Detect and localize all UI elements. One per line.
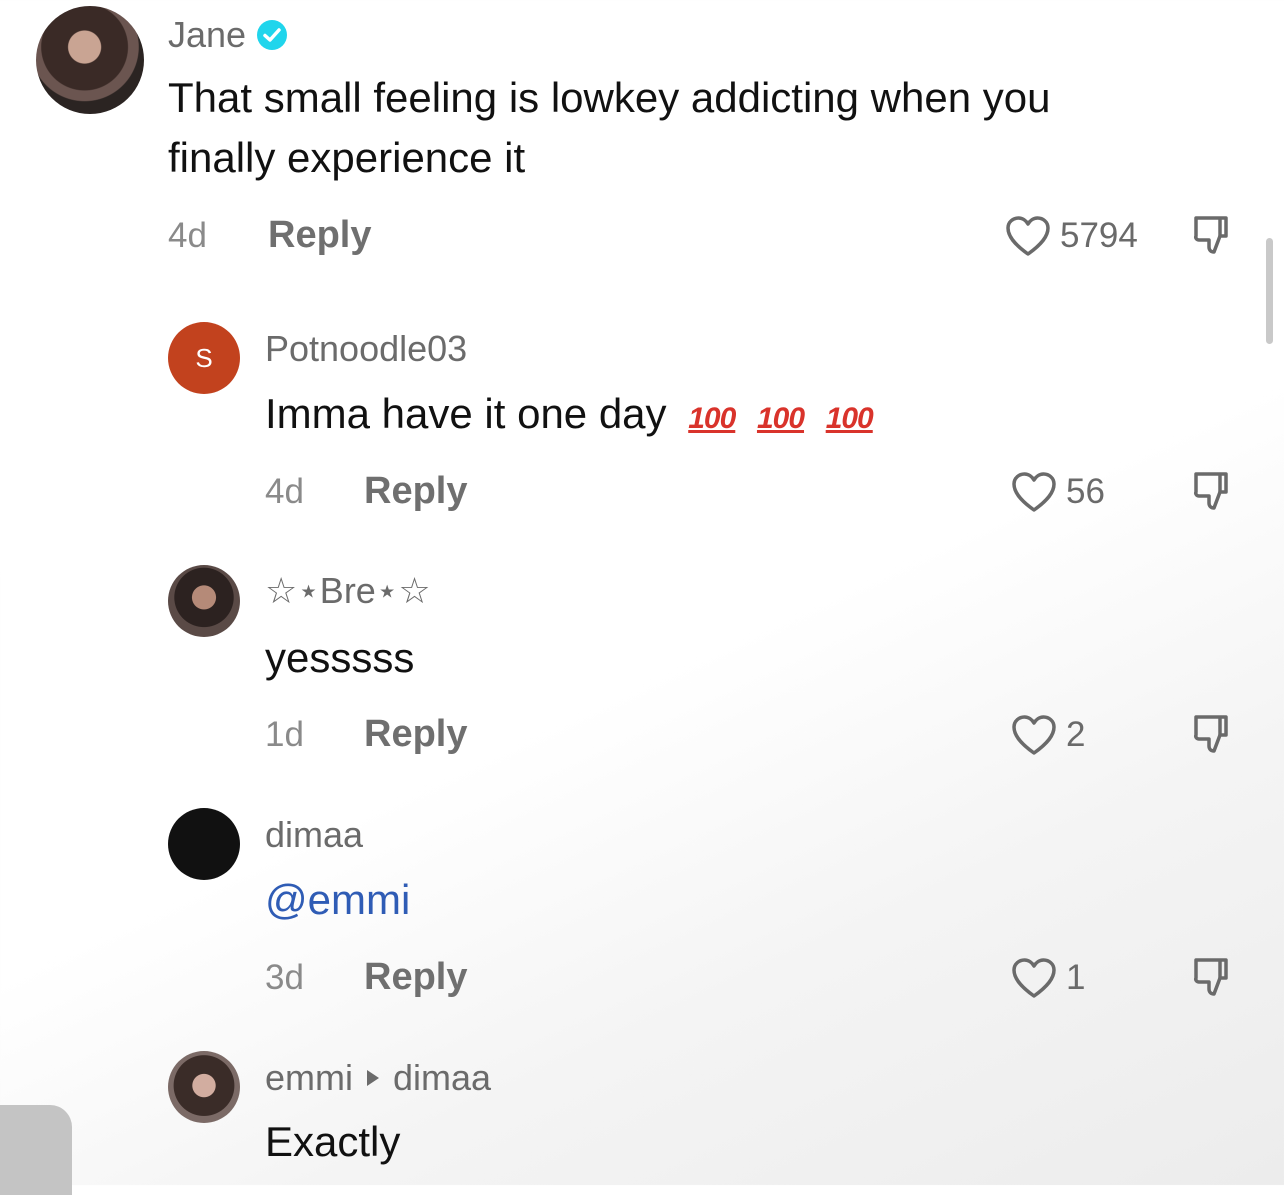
overlay-corner-tab[interactable] (0, 1105, 72, 1195)
like-button[interactable]: 5794 (1004, 214, 1138, 258)
username-label: ☆⋆Bre⋆☆ (265, 570, 431, 611)
like-button[interactable]: 1 (1010, 956, 1085, 1000)
mention-link[interactable]: @emmi (265, 876, 410, 923)
heart-outline-icon (1006, 216, 1050, 256)
heart-outline-icon (1012, 958, 1056, 998)
dislike-thumb-icon[interactable] (1190, 954, 1236, 1000)
like-count: 56 (1066, 472, 1105, 511)
dislike-thumb-icon[interactable] (1190, 711, 1236, 757)
username-emmi[interactable]: emmi dimaa (265, 1057, 491, 1099)
like-count: 2 (1066, 715, 1086, 754)
comment-text-line: That small feeling is lowkey addicting w… (168, 74, 1051, 121)
comment-age: 1d (265, 715, 304, 754)
comment-text-line: Imma have it one day (265, 390, 667, 437)
emoji-100: 100 (825, 402, 874, 435)
comment-age: 3d (265, 958, 304, 997)
comment-text-line: yesssss (265, 634, 415, 681)
comment-age: 4d (265, 472, 304, 511)
username-label: dimaa (265, 814, 364, 855)
username-jane[interactable]: Jane (168, 14, 288, 56)
reply-to-username[interactable]: dimaa (393, 1057, 491, 1099)
username-potnoodle03[interactable]: Potnoodle03 (265, 328, 467, 370)
heart-outline-icon (1012, 715, 1056, 755)
comment-text: Imma have it one day 100 100 100 (265, 384, 874, 449)
reply-button[interactable]: Reply (364, 470, 467, 513)
avatar-dimaa[interactable] (168, 808, 240, 880)
comment-text: @emmi (265, 870, 410, 930)
like-count: 5794 (1060, 216, 1138, 255)
like-button[interactable]: 56 (1010, 470, 1105, 514)
emoji-100: 100 (756, 402, 805, 435)
username-bre[interactable]: ☆⋆Bre⋆☆ (265, 570, 431, 612)
username-dimaa[interactable]: dimaa (265, 814, 363, 856)
avatar-potnoodle03[interactable]: S (168, 322, 240, 394)
reply-arrow-icon (367, 1070, 379, 1086)
username-label: Potnoodle03 (265, 328, 468, 369)
reply-button[interactable]: Reply (364, 713, 467, 756)
dislike-thumb-icon[interactable] (1190, 468, 1236, 514)
avatar-bre[interactable] (168, 565, 240, 637)
like-button[interactable]: 2 (1010, 713, 1085, 757)
comment-text: Exactly (265, 1112, 400, 1172)
username-label: emmi (265, 1057, 353, 1098)
heart-outline-icon (1012, 472, 1056, 512)
comment-text-line: Exactly (265, 1118, 401, 1165)
reply-button[interactable]: Reply (364, 956, 467, 999)
comment-text: yesssss (265, 628, 414, 688)
username-label: Jane (168, 14, 247, 55)
verified-badge-icon (257, 20, 288, 50)
avatar-emmi[interactable] (168, 1051, 240, 1123)
reply-button[interactable]: Reply (268, 214, 371, 257)
dislike-thumb-icon[interactable] (1190, 212, 1236, 258)
avatar-jane[interactable] (36, 6, 144, 114)
emoji-100: 100 (688, 402, 736, 435)
like-count: 1 (1066, 958, 1086, 997)
comment-text-line: finally experience it (168, 134, 526, 181)
comment-text: That small feeling is lowkey addicting w… (168, 68, 1050, 188)
avatar-letter: S (195, 342, 213, 373)
scrollbar[interactable] (1266, 238, 1273, 344)
comment-age: 4d (168, 216, 207, 255)
